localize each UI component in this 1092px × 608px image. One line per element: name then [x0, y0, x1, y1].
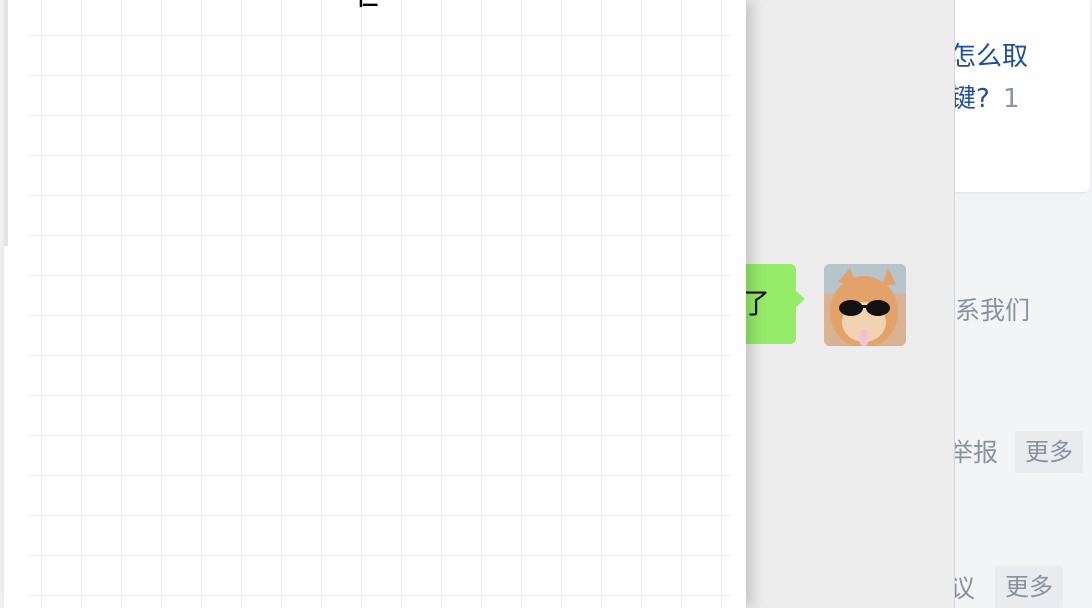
canvas-text: 仨 — [356, 0, 378, 10]
chat-message-bubble[interactable]: 了 — [740, 264, 805, 344]
cat-avatar-icon[interactable] — [824, 264, 906, 346]
cat-with-sunglasses-icon — [824, 264, 906, 346]
report-link[interactable]: 举报 — [948, 440, 998, 465]
answer-count: 1 — [1003, 84, 1020, 114]
contact-us-link[interactable]: 系我们 — [955, 298, 1030, 323]
more-button-1[interactable]: 更多 — [1015, 431, 1083, 473]
more-button-2[interactable]: 更多 — [995, 566, 1063, 608]
whiteboard-panel[interactable]: 仨 — [4, 0, 746, 608]
screen: 怎么取 键? 1 系我们 举报 更多 议 更多 了 — [0, 0, 1092, 608]
canvas-grid[interactable] — [28, 0, 731, 608]
chat-message-text: 了 — [741, 287, 770, 320]
question-link-line2[interactable]: 键? — [950, 86, 990, 112]
question-link-line1[interactable]: 怎么取 — [950, 44, 1028, 70]
chat-panel: 了 — [740, 0, 955, 608]
panel-edge — [4, 0, 8, 246]
